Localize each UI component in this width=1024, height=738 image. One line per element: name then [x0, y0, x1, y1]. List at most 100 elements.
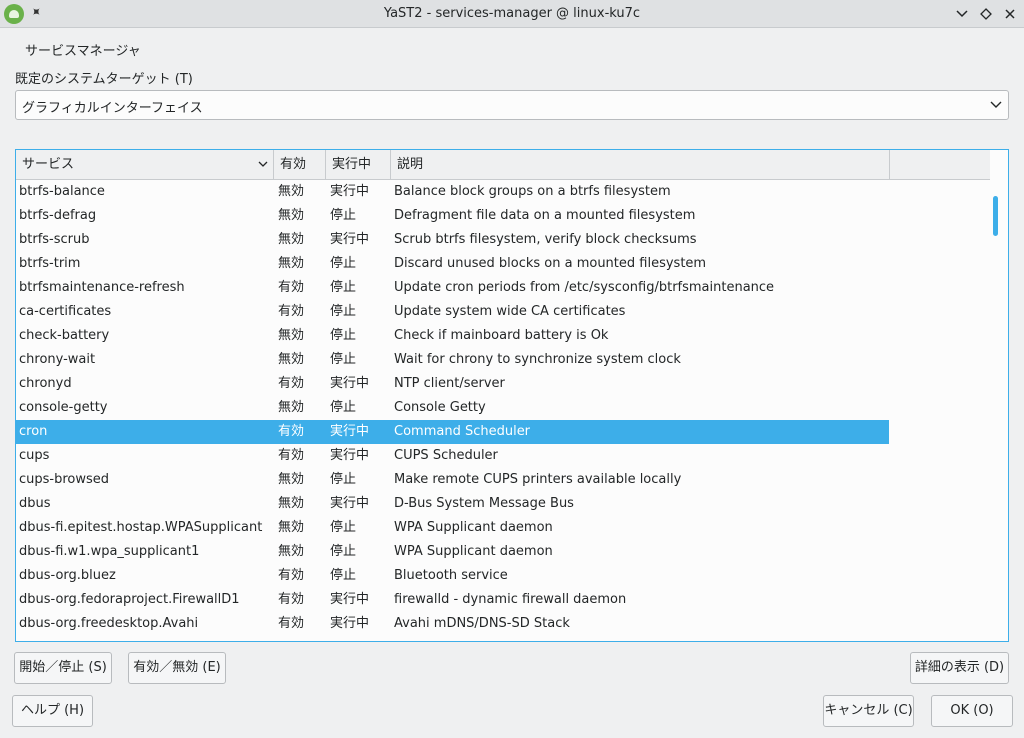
- table-row[interactable]: dbus 無効 実行中 D-Bus System Message Bus: [16, 492, 889, 516]
- table-row[interactable]: dbus-org.fedoraproject.FirewallD1 有効 実行中 fi…: [16, 588, 889, 612]
- column-header-label: 説明: [397, 157, 424, 172]
- enabled-cell: 有効: [278, 616, 305, 631]
- description-cell: Command Scheduler: [394, 424, 531, 439]
- description-cell: Make remote CUPS printers available loca…: [394, 472, 682, 487]
- description-cell: Scrub btrfs filesystem, verify block che…: [394, 232, 697, 247]
- vertical-scrollbar[interactable]: [988, 180, 1008, 641]
- column-header-running[interactable]: 実行中: [326, 150, 391, 179]
- column-header-label: 有効: [280, 157, 307, 172]
- running-state-cell: 実行中: [330, 184, 370, 199]
- table-row[interactable]: ca-certificates 有効 停止 Update system wide CA…: [16, 300, 889, 324]
- service-name-cell: dbus-fi.epitest.hostap.WPASupplicant: [19, 520, 263, 535]
- maximize-button[interactable]: [975, 3, 997, 25]
- column-header-enabled[interactable]: 有効: [274, 150, 326, 179]
- column-header-description[interactable]: 説明: [391, 150, 890, 179]
- service-name-cell: chronyd: [19, 376, 72, 391]
- services-table[interactable]: サービス 有効 実行中 説明 btrfs-balance 無効 実行中 Balance…: [15, 149, 1009, 642]
- scrollbar-thumb[interactable]: [993, 196, 998, 236]
- page-heading: サービスマネージャ: [25, 44, 141, 59]
- service-name-cell: cron: [19, 424, 48, 439]
- enabled-cell: 無効: [278, 352, 305, 367]
- sort-chevron-icon: [258, 161, 268, 167]
- running-state-cell: 停止: [330, 472, 357, 487]
- cancel-button[interactable]: キャンセル (C): [823, 695, 914, 727]
- close-button[interactable]: [999, 3, 1021, 25]
- enabled-cell: 無効: [278, 472, 305, 487]
- running-state-cell: 停止: [330, 568, 357, 583]
- enabled-cell: 有効: [278, 448, 305, 463]
- window-titlebar: ✦ YaST2 - services-manager @ linux-ku7c: [0, 0, 1024, 28]
- enabled-cell: 無効: [278, 328, 305, 343]
- column-header-label: 実行中: [332, 157, 372, 172]
- service-name-cell: btrfs-trim: [19, 256, 81, 271]
- table-row[interactable]: dbus-fi.epitest.hostap.WPASupplicant 無効 停止…: [16, 516, 889, 540]
- description-cell: Defragment file data on a mounted filesy…: [394, 208, 696, 223]
- table-row[interactable]: btrfs-defrag 無効 停止 Defragment file data on …: [16, 204, 889, 228]
- table-row[interactable]: console-getty 無効 停止 Console Getty: [16, 396, 889, 420]
- diamond-icon: [980, 8, 992, 20]
- column-header-label: サービス: [22, 157, 75, 172]
- description-cell: WPA Supplicant daemon: [394, 520, 553, 535]
- description-cell: Wait for chrony to synchronize system cl…: [394, 352, 681, 367]
- service-name-cell: cups-browsed: [19, 472, 110, 487]
- service-name-cell: ca-certificates: [19, 304, 112, 319]
- service-name-cell: console-getty: [19, 400, 108, 415]
- table-row[interactable]: dbus-org.bluez 有効 停止 Bluetooth service: [16, 564, 889, 588]
- show-details-button[interactable]: 詳細の表示 (D): [910, 652, 1009, 684]
- table-row[interactable]: btrfs-trim 無効 停止 Discard unused blocks on a…: [16, 252, 889, 276]
- running-state-cell: 停止: [330, 328, 357, 343]
- service-name-cell: dbus: [19, 496, 51, 511]
- running-state-cell: 実行中: [330, 496, 370, 511]
- chevron-down-icon: [956, 10, 968, 18]
- table-row[interactable]: cron 有効 実行中 Command Scheduler: [16, 420, 889, 444]
- table-row[interactable]: btrfs-scrub 無効 実行中 Scrub btrfs filesystem, …: [16, 228, 889, 252]
- table-row[interactable]: btrfs-balance 無効 実行中 Balance block groups o…: [16, 180, 889, 204]
- column-header-service[interactable]: サービス: [16, 150, 274, 179]
- enabled-cell: 無効: [278, 520, 305, 535]
- table-row[interactable]: check-battery 無効 停止 Check if mainboard batt…: [16, 324, 889, 348]
- service-name-cell: btrfs-balance: [19, 184, 105, 199]
- running-state-cell: 実行中: [330, 592, 370, 607]
- table-header: サービス 有効 実行中 説明: [16, 150, 990, 180]
- service-name-cell: btrfs-scrub: [19, 232, 90, 247]
- system-target-select[interactable]: グラフィカルインターフェイス: [15, 90, 1009, 120]
- description-cell: Update cron periods from /etc/sysconfig/…: [394, 280, 775, 295]
- system-target-label: 既定のシステムターゲット (T): [15, 72, 193, 87]
- running-state-cell: 停止: [330, 280, 357, 295]
- table-row[interactable]: btrfsmaintenance-refresh 有効 停止 Update cron …: [16, 276, 889, 300]
- enable-disable-button[interactable]: 有効／無効 (E): [128, 652, 226, 684]
- running-state-cell: 停止: [330, 256, 357, 271]
- table-row[interactable]: cups-browsed 無効 停止 Make remote CUPS printer…: [16, 468, 889, 492]
- description-cell: WPA Supplicant daemon: [394, 544, 553, 559]
- table-row[interactable]: chrony-wait 無効 停止 Wait for chrony to synchr…: [16, 348, 889, 372]
- description-cell: NTP client/server: [394, 376, 505, 391]
- enabled-cell: 有効: [278, 592, 305, 607]
- close-icon: [1005, 9, 1015, 19]
- table-row[interactable]: dbus-fi.w1.wpa_supplicant1 無効 停止 WPA Suppli…: [16, 540, 889, 564]
- running-state-cell: 実行中: [330, 616, 370, 631]
- service-name-cell: dbus-org.freedesktop.Avahi: [19, 616, 199, 631]
- table-row[interactable]: dbus-org.freedesktop.Avahi 有効 実行中 Avahi mDN…: [16, 612, 889, 636]
- enabled-cell: 無効: [278, 184, 305, 199]
- description-cell: Discard unused blocks on a mounted files…: [394, 256, 707, 271]
- service-name-cell: btrfs-defrag: [19, 208, 97, 223]
- table-row[interactable]: chronyd 有効 実行中 NTP client/server: [16, 372, 889, 396]
- service-name-cell: dbus-org.fedoraproject.FirewallD1: [19, 592, 240, 607]
- description-cell: CUPS Scheduler: [394, 448, 498, 463]
- table-row[interactable]: cups 有効 実行中 CUPS Scheduler: [16, 444, 889, 468]
- ok-button[interactable]: OK (O): [931, 695, 1013, 727]
- running-state-cell: 停止: [330, 352, 357, 367]
- service-name-cell: cups: [19, 448, 50, 463]
- enabled-cell: 無効: [278, 232, 305, 247]
- start-stop-button[interactable]: 開始／停止 (S): [14, 652, 112, 684]
- service-name-cell: btrfsmaintenance-refresh: [19, 280, 185, 295]
- service-name-cell: chrony-wait: [19, 352, 96, 367]
- minimize-button[interactable]: [951, 3, 973, 25]
- chevron-down-icon: [990, 101, 1002, 108]
- table-body: btrfs-balance 無効 実行中 Balance block groups o…: [16, 180, 990, 636]
- enabled-cell: 無効: [278, 208, 305, 223]
- running-state-cell: 停止: [330, 304, 357, 319]
- enabled-cell: 有効: [278, 280, 305, 295]
- running-state-cell: 停止: [330, 208, 357, 223]
- help-button[interactable]: ヘルプ (H): [12, 695, 93, 727]
